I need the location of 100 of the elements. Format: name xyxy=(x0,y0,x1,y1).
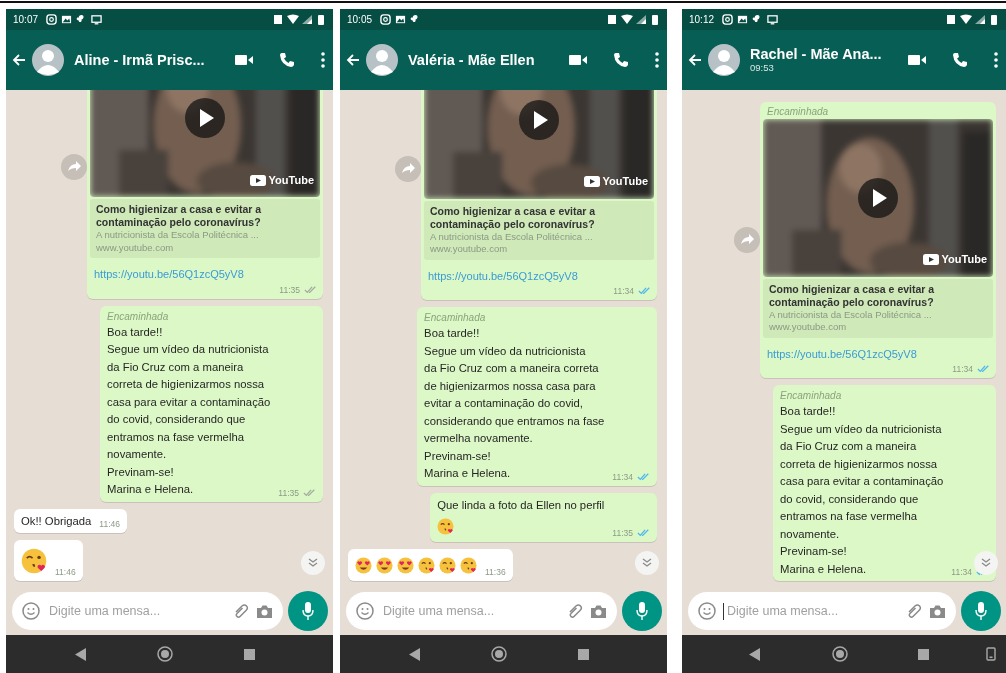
heart-eyes-emoji-icon xyxy=(376,557,393,574)
camera-icon xyxy=(722,14,734,25)
avatar-icon[interactable] xyxy=(708,44,740,76)
video-call-icon[interactable] xyxy=(235,54,253,66)
link-preview[interactable]: Como higienizar a casa e evitar a contaminação pelo coronavírus? A nutricionista da Escola Politécnica ... www.youtube.com xyxy=(90,199,320,258)
camera-icon[interactable] xyxy=(590,603,607,619)
microphone-icon xyxy=(975,602,987,620)
message-time: 11:34 xyxy=(952,363,973,375)
preview-domain: www.youtube.com xyxy=(769,321,848,334)
home-button[interactable] xyxy=(831,646,848,662)
kiss-emoji-icon xyxy=(418,557,435,574)
link-preview[interactable]: Como higienizar a casa e evitar a contaminação pelo coronavírus? A nutricionista da Escola Politécnica ... www.youtube.com xyxy=(424,200,654,260)
back-arrow-icon[interactable] xyxy=(688,53,702,67)
rotate-screen-icon[interactable] xyxy=(986,647,996,661)
heart-eyes-emoji-icon xyxy=(355,557,372,574)
kiss-emoji-icon xyxy=(437,518,455,535)
avatar-icon[interactable] xyxy=(32,44,64,76)
kiss-emoji-icon xyxy=(21,548,47,574)
emoji-icon[interactable] xyxy=(356,602,374,620)
link-preview[interactable]: Como higienizar a casa e evitar a contaminação pelo coronavírus? A nutricionista da Escola Politécnica ... www.youtube.com xyxy=(763,278,993,338)
paperclip-icon[interactable] xyxy=(567,603,583,619)
image-icon xyxy=(737,14,749,25)
microphone-button[interactable] xyxy=(622,591,662,631)
video-source-label: YouTube xyxy=(268,172,314,188)
message-text: Ok!! Obrigada xyxy=(21,513,92,529)
recent-apps-button[interactable] xyxy=(577,648,589,660)
camera-icon[interactable] xyxy=(929,603,946,619)
camera-icon[interactable] xyxy=(256,603,273,619)
scroll-down-button[interactable] xyxy=(635,551,659,575)
avatar-icon[interactable] xyxy=(366,44,398,76)
message-text: Boa tarde!! Segue um vídeo da nutricionista da Fio Cruz com a maneira correta de higienizarmos nossa casa para evitar a contaminação do covid, considerando que entramos na fase vermelha novamente. Previnam-se! Marina e Helena. xyxy=(107,324,271,497)
back-arrow-icon[interactable] xyxy=(346,53,360,67)
emoji-icon[interactable] xyxy=(698,602,716,620)
message-field[interactable]: Digite uma mensa... xyxy=(12,592,283,630)
message-time: 11:46 xyxy=(55,566,76,578)
message-field[interactable]: Digite uma mensa... xyxy=(346,592,617,630)
kiss-emoji-icon xyxy=(460,557,477,574)
message-time: 11:46 xyxy=(99,518,120,530)
contact-name: Valéria - Mãe Ellen xyxy=(408,51,536,69)
recent-apps-button[interactable] xyxy=(918,648,929,660)
forwarded-label: Encaminhada xyxy=(107,309,170,324)
image-icon xyxy=(61,14,73,25)
message-time: 11:34 xyxy=(612,470,633,483)
recent-apps-button[interactable] xyxy=(243,648,255,660)
message-time: 11:35 xyxy=(278,486,299,499)
scroll-down-button[interactable] xyxy=(301,551,325,575)
paperclip-icon[interactable] xyxy=(906,603,922,619)
paperclip-icon[interactable] xyxy=(233,603,249,619)
play-button[interactable] xyxy=(858,177,898,218)
back-button[interactable] xyxy=(408,647,421,661)
preview-description: A nutricionista da Escola Politécnica ... xyxy=(769,308,933,321)
forwarded-label: Encaminhada xyxy=(424,311,487,325)
menu-icon[interactable] xyxy=(321,52,325,68)
back-button[interactable] xyxy=(749,647,761,661)
heart-eyes-emoji-icon xyxy=(397,557,414,574)
message-time: 11:36 xyxy=(485,566,506,578)
phone-call-icon[interactable] xyxy=(952,52,968,68)
video-source-label: YouTube xyxy=(602,174,648,189)
message-text: Boa tarde!! Segue um vídeo da nutricionista da Fio Cruz com a maneira correta de higienizarmos nossa casa para evitar a contaminação do covid, considerando que entramos na fase vermelha novamente. Previnam-se! Marina e Helena. xyxy=(780,404,944,577)
system-status-drawing xyxy=(947,14,999,25)
microphone-icon xyxy=(636,602,648,620)
microphone-icon xyxy=(302,602,314,620)
last-seen-time: 09:53 xyxy=(750,63,775,74)
status-time: 10:07 xyxy=(13,13,39,27)
menu-icon[interactable] xyxy=(994,52,998,68)
video-logo-icon xyxy=(249,174,266,186)
phone-call-icon[interactable] xyxy=(613,52,629,68)
video-logo-icon xyxy=(583,176,600,188)
preview-domain: www.youtube.com xyxy=(430,243,509,256)
home-button[interactable] xyxy=(157,646,173,662)
back-arrow-icon[interactable] xyxy=(12,53,26,67)
emoji-icon[interactable] xyxy=(22,602,40,620)
image-icon xyxy=(395,14,407,25)
contact-name: Rachel - Mãe Ana... xyxy=(750,46,883,64)
preview-title: Como higienizar a casa e evitar a contaminação pelo coronavírus? xyxy=(769,282,936,309)
scroll-down-button[interactable] xyxy=(974,551,998,575)
message-time: 11:35 xyxy=(612,527,633,539)
microphone-button[interactable] xyxy=(961,591,1001,631)
kiss-emoji-icon xyxy=(439,557,456,574)
message-time: 11:34 xyxy=(951,566,972,578)
system-status-drawing xyxy=(608,14,660,25)
video-call-icon[interactable] xyxy=(908,54,926,66)
system-status-drawing xyxy=(274,14,326,25)
video-call-icon[interactable] xyxy=(569,54,587,66)
monitor-icon xyxy=(91,14,103,25)
message-time: 11:34 xyxy=(613,285,634,297)
play-button[interactable] xyxy=(519,99,559,140)
preview-title: Como higienizar a casa e evitar a contaminação pelo coronavírus? xyxy=(430,204,597,231)
video-logo-icon xyxy=(922,254,939,266)
message-text: Boa tarde!! Segue um vídeo da nutricionista da Fio Cruz com a maneira correta de higienizarmos nossa casa para evitar a contaminação do covid, considerando que entramos na fase vermelha novamente. Previnam-se! Marina e Helena. xyxy=(424,326,605,481)
home-button[interactable] xyxy=(491,646,507,662)
microphone-button[interactable] xyxy=(288,591,328,631)
menu-icon[interactable] xyxy=(655,52,659,68)
back-button[interactable] xyxy=(74,647,87,661)
message-time: 11:35 xyxy=(279,283,300,296)
camera-icon xyxy=(380,14,392,25)
phone-call-icon[interactable] xyxy=(279,52,295,68)
status-time: 10:12 xyxy=(689,13,715,27)
message-field[interactable]: Digite uma mensa... xyxy=(688,592,956,630)
play-button[interactable] xyxy=(185,98,225,138)
